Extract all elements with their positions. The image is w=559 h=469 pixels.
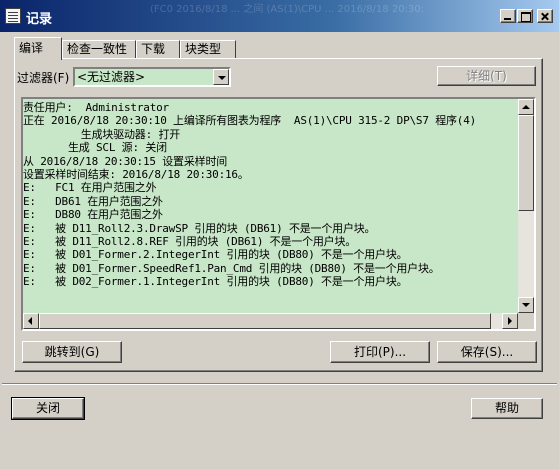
log-list[interactable]: 责任用户: Administrator 正在 2016/8/18 20:30:1… — [21, 97, 536, 331]
log-line[interactable]: E: 被 D11_Roll2.3.DrawSP 引用的块 (DB61) 不是一个… — [23, 222, 518, 235]
help-button[interactable]: 帮助 — [471, 398, 543, 419]
scroll-down-icon[interactable] — [518, 297, 534, 313]
horizontal-scroll-thumb[interactable] — [39, 313, 491, 329]
log-line[interactable]: 责任用户: Administrator — [23, 101, 518, 114]
save-button[interactable]: 保存(S)... — [437, 341, 537, 363]
tab-strip: 编译 检查一致性 下载 块类型 — [14, 37, 534, 60]
minimize-icon[interactable] — [500, 9, 516, 23]
log-line[interactable]: E: 被 D01_Former.2.IntegerInt 引用的块 (DB80)… — [23, 248, 518, 261]
log-line[interactable]: 设置采样时间结束: 2016/8/18 20:30:16。 — [23, 168, 518, 181]
log-line[interactable]: 正在 2016/8/18 20:30:10 上编译所有图表为程序 AS(1)\C… — [23, 114, 518, 127]
window-title: 记录 — [26, 12, 53, 27]
close-button[interactable]: 关闭 — [11, 397, 85, 420]
log-line[interactable]: E: 被 D02_Former.1.IntegerInt 引用的块 (DB80)… — [23, 275, 518, 288]
horizontal-scrollbar[interactable] — [23, 313, 518, 329]
print-button[interactable]: 打印(P)... — [330, 341, 430, 363]
background-window-text: (FC0 2016/8/18 ... 之间 (AS(1)\CPU ... 201… — [150, 4, 425, 15]
log-line[interactable]: E: 被 D01_Former.SpeedRef1.Pan_Cmd 引用的块 (… — [23, 262, 518, 275]
log-line[interactable]: E: 被 D11_Roll2.8.REF 引用的块 (DB61) 不是一个用户块… — [23, 235, 518, 248]
log-line[interactable]: E: FC1 在用户范围之外 — [23, 181, 518, 194]
scroll-right-icon[interactable] — [502, 313, 518, 329]
scroll-left-icon[interactable] — [23, 313, 39, 329]
close-icon[interactable] — [537, 9, 553, 23]
log-line[interactable]: 生成 SCL 源: 关闭 — [23, 141, 518, 154]
divider — [2, 383, 557, 385]
vertical-scrollbar[interactable] — [518, 99, 534, 313]
log-line[interactable]: E: DB61 在用户范围之外 — [23, 195, 518, 208]
scrollbar-corner — [518, 313, 534, 329]
log-line[interactable]: 生成块驱动器: 打开 — [23, 128, 518, 141]
maximize-icon[interactable] — [517, 9, 533, 23]
tab-consistency-check[interactable]: 检查一致性 — [62, 40, 136, 59]
filter-dropdown[interactable]: <无过滤器> — [73, 67, 231, 87]
tab-compile[interactable]: 编译 — [14, 37, 62, 60]
log-line[interactable]: E: DB80 在用户范围之外 — [23, 208, 518, 221]
scroll-up-icon[interactable] — [518, 99, 534, 115]
chevron-down-icon[interactable] — [213, 69, 229, 85]
log-line[interactable]: 从 2016/8/18 20:30:15 设置采样时间 — [23, 155, 518, 168]
tab-block-type[interactable]: 块类型 — [180, 40, 236, 59]
filter-value: <无过滤器> — [77, 70, 146, 84]
vertical-scroll-thumb[interactable] — [518, 115, 534, 211]
title-bar[interactable]: 记录 (FC0 2016/8/18 ... 之间 (AS(1)\CPU ... … — [0, 0, 559, 32]
log-window-icon — [5, 8, 21, 24]
filter-label: 过滤器(F) — [17, 71, 70, 85]
detail-button[interactable]: 详细(T) — [437, 66, 536, 86]
tab-download[interactable]: 下载 — [136, 40, 180, 59]
goto-button[interactable]: 跳转到(G) — [22, 341, 122, 363]
log-lines: 责任用户: Administrator 正在 2016/8/18 20:30:1… — [23, 101, 518, 315]
